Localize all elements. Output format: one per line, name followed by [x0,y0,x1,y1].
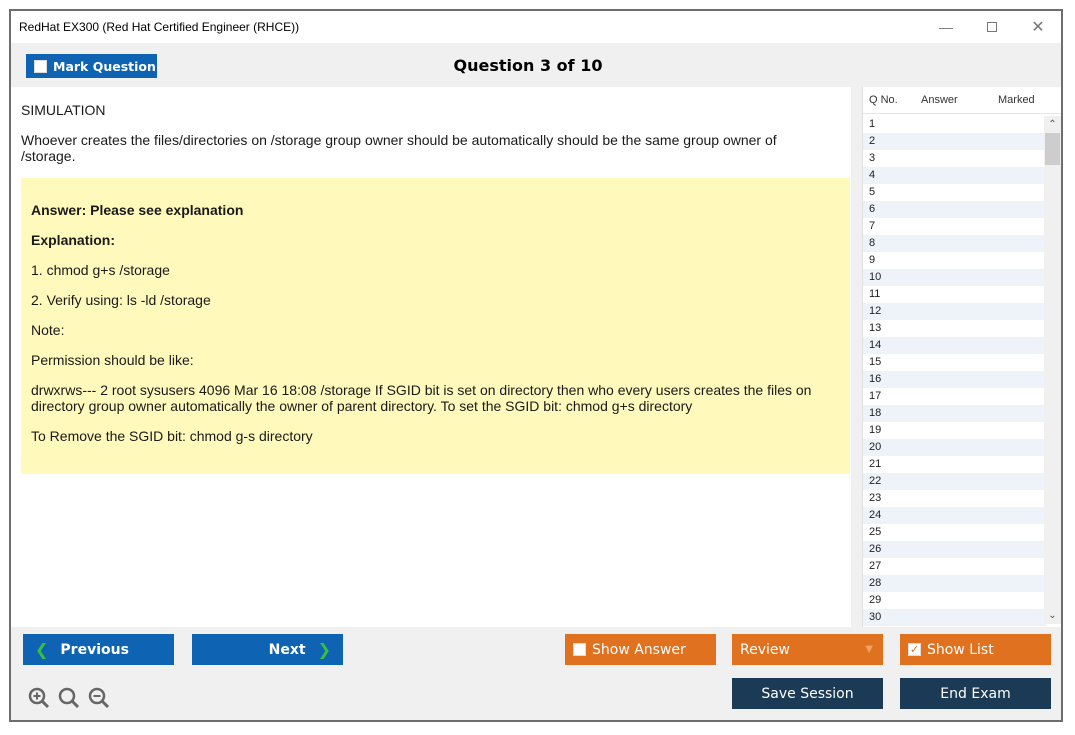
show-list-button[interactable]: ✓ Show List [900,634,1051,665]
close-icon: ✕ [1031,19,1045,36]
app-window: RedHat EX300 (Red Hat Certified Engineer… [9,9,1063,722]
end-exam-button[interactable]: End Exam [900,678,1051,709]
show-list-checkbox[interactable]: ✓ [908,643,921,656]
explanation-line: drwxrws--- 2 root sysusers 4096 Mar 16 1… [31,382,812,414]
question-list-header: Q No. Answer Marked [863,87,1061,114]
scrollbar-thumb[interactable] [1045,133,1060,165]
question-list-row[interactable]: 16 [863,371,1046,388]
question-list-rows: 1 2 3 4 5 6 7 8 9 10 11 12 13 14 15 16 17 18 19 20 21 22 23 24 2… [863,116,1046,626]
next-label: Next [268,641,306,658]
question-content: SIMULATION Whoever creates the files/dir… [11,87,851,627]
question-type: SIMULATION [21,102,106,118]
minimize-icon: — [939,19,953,35]
explanation-line: Permission should be like: [31,352,194,368]
question-list-row[interactable]: 22 [863,473,1046,490]
question-list-panel: Q No. Answer Marked 1 2 3 4 5 6 7 8 9 10 11 12 13 14 1… [862,87,1061,627]
question-text: Whoever creates the files/directories on… [21,132,777,164]
question-list-row[interactable]: 13 [863,320,1046,337]
previous-button[interactable]: ❮ Previous [23,634,174,665]
zoom-in-icon[interactable] [27,686,51,715]
question-list-row[interactable]: 11 [863,286,1046,303]
question-list-row[interactable]: 21 [863,456,1046,473]
column-header-qno[interactable]: Q No. [863,94,917,106]
question-list-row[interactable]: 12 [863,303,1046,320]
close-button[interactable]: ✕ [1015,11,1061,43]
question-list-row[interactable]: 17 [863,388,1046,405]
question-list-row[interactable]: 24 [863,507,1046,524]
question-list-row[interactable]: 8 [863,235,1046,252]
question-list-row[interactable]: 1 [863,116,1046,133]
question-list-row[interactable]: 30 [863,609,1046,626]
explanation-line: To Remove the SGID bit: chmod g-s direct… [31,428,313,444]
column-header-marked[interactable]: Marked [992,94,1052,106]
question-list-row[interactable]: 6 [863,201,1046,218]
question-list-row[interactable]: 26 [863,541,1046,558]
previous-label: Previous [60,641,129,658]
show-list-label: Show List [927,641,994,658]
maximize-icon [987,22,997,32]
question-list-row[interactable]: 4 [863,167,1046,184]
column-header-answer[interactable]: Answer [917,94,992,106]
question-list-row[interactable]: 10 [863,269,1046,286]
review-dropdown[interactable]: Review ▼ [732,634,883,665]
save-session-label: Save Session [761,685,854,702]
chevron-left-icon: ❮ [35,640,49,659]
answer-line: Answer: Please see explanation [31,202,244,218]
question-list-row[interactable]: 27 [863,558,1046,575]
question-list-row[interactable]: 5 [863,184,1046,201]
end-exam-label: End Exam [940,685,1011,702]
checkmark-icon: ✓ [909,643,920,656]
zoom-out-icon[interactable] [87,686,111,715]
dropdown-arrow-icon: ▼ [865,644,873,655]
answer-panel: Answer: Please see explanation Explanati… [21,178,850,474]
show-answer-label: Show Answer [592,641,686,658]
explanation-line: Note: [31,322,65,338]
question-list-row[interactable]: 18 [863,405,1046,422]
question-list-row[interactable]: 3 [863,150,1046,167]
question-list-row[interactable]: 9 [863,252,1046,269]
chevron-right-icon: ❯ [317,640,331,659]
explanation-line: 1. chmod g+s /storage [31,262,170,278]
show-answer-button[interactable]: Show Answer [565,634,716,665]
maximize-button[interactable] [969,11,1015,43]
question-list-row[interactable]: 7 [863,218,1046,235]
explanation-line: 2. Verify using: ls -ld /storage [31,292,211,308]
next-button[interactable]: Next ❯ [192,634,343,665]
question-list-row[interactable]: 28 [863,575,1046,592]
question-list-row[interactable]: 19 [863,422,1046,439]
question-list-row[interactable]: 2 [863,133,1046,150]
question-counter: Question 3 of 10 [453,56,603,75]
question-list-row[interactable]: 15 [863,354,1046,371]
question-list-scrollbar[interactable]: ⌃ ⌄ [1044,116,1061,624]
title-bar: RedHat EX300 (Red Hat Certified Engineer… [11,11,1061,43]
question-list-row[interactable]: 25 [863,524,1046,541]
explanation-label: Explanation: [31,232,116,248]
zoom-reset-icon[interactable] [57,686,81,715]
review-label: Review [740,641,790,658]
scroll-down-icon[interactable]: ⌄ [1044,607,1061,624]
question-list-row[interactable]: 23 [863,490,1046,507]
save-session-button[interactable]: Save Session [732,678,883,709]
zoom-controls [27,686,111,715]
toolbar: Mark Question Question 3 of 10 [11,43,1061,87]
minimize-button[interactable]: — [923,11,969,43]
question-list-row[interactable]: 14 [863,337,1046,354]
question-list-row[interactable]: 29 [863,592,1046,609]
question-list-row[interactable]: 20 [863,439,1046,456]
show-answer-checkbox[interactable] [573,643,586,656]
scroll-up-icon[interactable]: ⌃ [1044,116,1061,133]
window-controls: — ✕ [923,11,1061,43]
window-title: RedHat EX300 (Red Hat Certified Engineer… [19,20,300,34]
